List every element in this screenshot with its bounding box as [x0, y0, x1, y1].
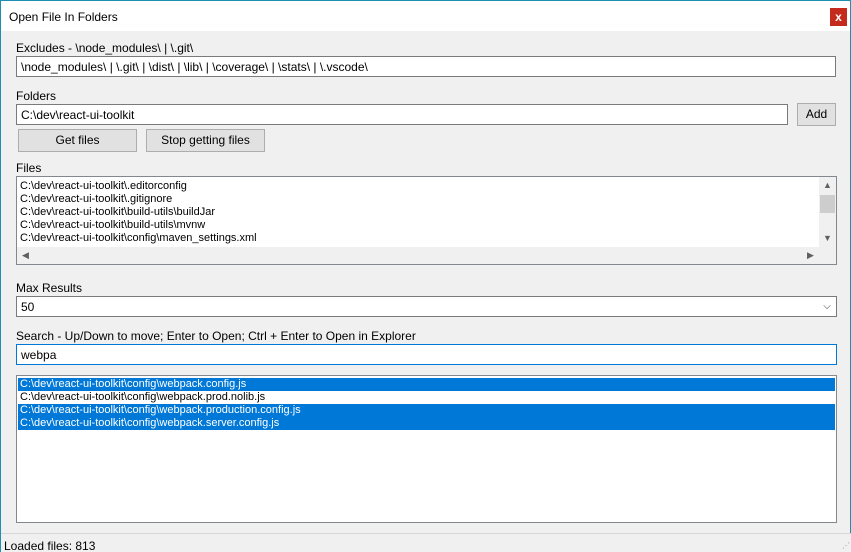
- title-bar: Open File In Folders x: [1, 1, 850, 31]
- result-item[interactable]: C:\dev\react-ui-toolkit\config\webpack.p…: [18, 404, 835, 417]
- results-list[interactable]: C:\dev\react-ui-toolkit\config\webpack.c…: [16, 375, 837, 523]
- search-label: Search - Up/Down to move; Enter to Open;…: [16, 329, 416, 343]
- loaded-files-status: Loaded files: 813: [4, 539, 96, 552]
- stop-getting-files-button[interactable]: Stop getting files: [146, 129, 265, 152]
- folders-input[interactable]: C:\dev\react-ui-toolkit: [16, 104, 788, 125]
- result-item[interactable]: C:\dev\react-ui-toolkit\config\webpack.s…: [18, 417, 835, 430]
- max-results-label: Max Results: [16, 281, 83, 295]
- result-item[interactable]: C:\dev\react-ui-toolkit\config\webpack.c…: [18, 378, 835, 391]
- list-item[interactable]: C:\dev\react-ui-toolkit\build-utils\buil…: [18, 206, 818, 219]
- result-item[interactable]: C:\dev\react-ui-toolkit\config\webpack.p…: [18, 391, 835, 404]
- scroll-thumb[interactable]: [820, 195, 835, 213]
- scroll-right-icon[interactable]: ▶: [802, 247, 819, 264]
- scroll-up-icon[interactable]: ▲: [819, 177, 836, 194]
- scrollbar-corner: [819, 247, 836, 264]
- get-files-button[interactable]: Get files: [18, 129, 137, 152]
- resize-grip-icon[interactable]: ⋰: [840, 541, 850, 551]
- list-item[interactable]: C:\dev\react-ui-toolkit\.editorconfig: [18, 180, 818, 193]
- add-folder-button[interactable]: Add: [797, 103, 836, 126]
- scroll-down-icon[interactable]: ▼: [819, 230, 836, 247]
- results-list-items: C:\dev\react-ui-toolkit\config\webpack.c…: [18, 378, 835, 430]
- excludes-input[interactable]: \node_modules\ | \.git\ | \dist\ | \lib\…: [16, 56, 836, 77]
- files-list[interactable]: C:\dev\react-ui-toolkit\.editorconfig C:…: [16, 176, 837, 265]
- scroll-left-icon[interactable]: ◀: [17, 247, 34, 264]
- files-label: Files: [16, 161, 42, 175]
- files-horizontal-scrollbar[interactable]: ◀ ▶: [17, 247, 819, 264]
- app-window: Open File In Folders x Excludes - \node_…: [0, 0, 851, 552]
- window-title: Open File In Folders: [9, 10, 118, 24]
- list-item[interactable]: C:\dev\react-ui-toolkit\.gitignore: [18, 193, 818, 206]
- max-results-value: 50: [21, 300, 35, 314]
- files-list-items: C:\dev\react-ui-toolkit\.editorconfig C:…: [18, 180, 818, 245]
- max-results-select[interactable]: 50 ⌵: [16, 296, 837, 317]
- close-button[interactable]: x: [830, 8, 847, 26]
- search-input[interactable]: webpa: [16, 344, 837, 365]
- list-item[interactable]: C:\dev\react-ui-toolkit\config\maven_set…: [18, 232, 818, 245]
- list-item[interactable]: C:\dev\react-ui-toolkit\build-utils\mvnw: [18, 219, 818, 232]
- folders-label: Folders: [16, 89, 57, 103]
- status-bar: Loaded files: 813 ⋰: [1, 533, 851, 552]
- chevron-down-icon[interactable]: ⌵: [818, 297, 836, 316]
- excludes-label: Excludes - \node_modules\ | \.git\: [16, 41, 194, 55]
- files-vertical-scrollbar[interactable]: ▲ ▼: [819, 177, 836, 247]
